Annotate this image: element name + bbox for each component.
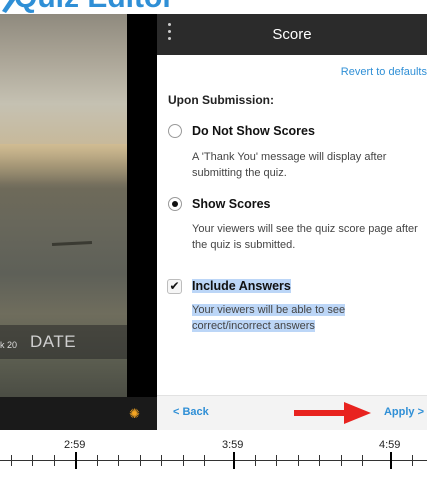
panel-title: Score — [272, 26, 312, 43]
timeline-tick — [204, 455, 205, 466]
loading-spinner-icon: ✺ — [129, 406, 140, 421]
timeline-label: 2:59 — [64, 439, 86, 451]
section-heading: Upon Submission: — [168, 93, 274, 107]
timeline-tick — [319, 455, 320, 466]
timeline-tick — [412, 455, 413, 466]
timeline-major-tick — [75, 452, 77, 469]
timeline-major-tick — [390, 452, 392, 469]
option-description-show-scores: Your viewers will see the quiz score pag… — [192, 223, 418, 251]
timeline-tick — [341, 455, 342, 466]
timeline[interactable]: 2:59 3:59 4:59 — [0, 430, 427, 484]
timeline-label: 4:59 — [379, 439, 401, 451]
video-player[interactable]: k 20 DATE ✺ — [0, 14, 157, 430]
radio-do-not-show-scores[interactable] — [168, 124, 182, 138]
radio-show-scores[interactable] — [168, 197, 182, 211]
timeline-tick — [298, 455, 299, 466]
timeline-tick — [140, 455, 141, 466]
page-title: Quiz Editor — [14, 0, 174, 13]
timeline-tick — [11, 455, 12, 466]
apply-button[interactable]: Apply > — [384, 406, 424, 418]
timeline-label: 3:59 — [222, 439, 244, 451]
timeline-tick — [54, 455, 55, 466]
red-arrow-annotation — [294, 402, 371, 424]
timeline-tick — [118, 455, 119, 466]
timeline-tick — [362, 455, 363, 466]
timeline-tick — [97, 455, 98, 466]
option-label-show-scores[interactable]: Show Scores — [192, 197, 271, 211]
timeline-tick — [32, 455, 33, 466]
option-label-do-not-show-scores[interactable]: Do Not Show Scores — [192, 124, 315, 138]
option-description-do-not-show-scores: A 'Thank You' message will display after… — [192, 151, 387, 179]
include-answers-label[interactable]: Include Answers — [192, 279, 291, 293]
include-answers-description: Your viewers will be able to see correct… — [192, 304, 346, 332]
timeline-tick — [183, 455, 184, 466]
page-title-strip: Quiz Editor — [0, 0, 427, 14]
revert-to-defaults-link[interactable]: Revert to defaults — [341, 66, 427, 78]
include-answers-checkbox[interactable]: ✔ — [167, 279, 182, 294]
back-button[interactable]: < Back — [173, 406, 209, 418]
timeline-major-tick — [233, 452, 235, 469]
timeline-tick — [276, 455, 277, 466]
timeline-tick — [161, 455, 162, 466]
timeline-tick — [255, 455, 256, 466]
panel-footer: < Back Apply > — [157, 395, 427, 430]
score-panel: Score Revert to defaults Upon Submission… — [157, 14, 427, 430]
lower-third-small-text: k 20 — [0, 340, 18, 350]
lower-third-date: DATE — [30, 332, 77, 351]
panel-header: Score — [157, 14, 427, 55]
